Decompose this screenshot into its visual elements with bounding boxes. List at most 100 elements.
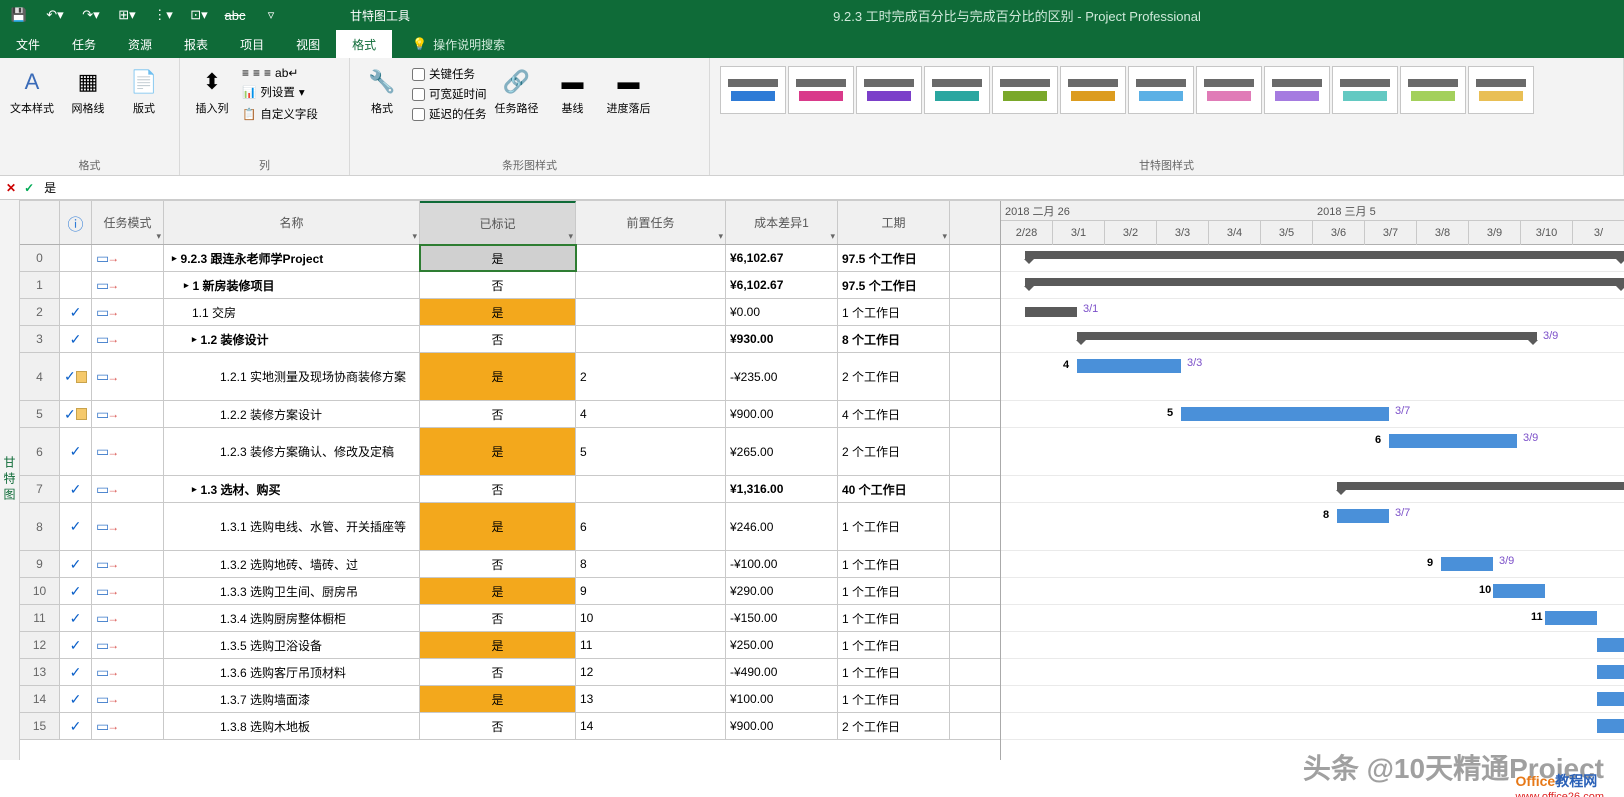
row-number[interactable]: 4 xyxy=(20,353,60,400)
duration-cell[interactable]: 97.5 个工作日 xyxy=(838,272,950,298)
undo-icon[interactable]: ↶▾ xyxy=(44,4,66,26)
task-mode-cell[interactable] xyxy=(92,632,164,658)
task-mode-cell[interactable] xyxy=(92,299,164,325)
expand-icon[interactable]: ▸ xyxy=(192,334,197,345)
gantt-bar[interactable] xyxy=(1441,557,1493,571)
task-name-cell[interactable]: 1.3.8 选购木地板 xyxy=(164,713,420,739)
task-mode-cell[interactable] xyxy=(92,551,164,577)
marked-cell[interactable]: 是 xyxy=(420,503,576,550)
gridlines-button[interactable]: ▦网格线 xyxy=(62,62,114,120)
row-number[interactable]: 14 xyxy=(20,686,60,712)
gantt-style-option[interactable] xyxy=(1128,66,1194,114)
row-number[interactable]: 10 xyxy=(20,578,60,604)
task-mode-cell[interactable] xyxy=(92,353,164,400)
table-row[interactable]: 6✓1.2.3 装修方案确认、修改及定稿是5¥265.002 个工作日 xyxy=(20,428,1000,476)
chevron-down-icon[interactable]: ▾ xyxy=(412,231,417,242)
cost-variance-cell[interactable]: ¥100.00 xyxy=(726,686,838,712)
predecessor-cell[interactable]: 9 xyxy=(576,578,726,604)
duration-cell[interactable]: 97.5 个工作日 xyxy=(838,245,950,271)
gantt-bar[interactable] xyxy=(1077,359,1181,373)
row-number[interactable]: 5 xyxy=(20,401,60,427)
predecessor-cell[interactable] xyxy=(576,476,726,502)
gantt-bar[interactable] xyxy=(1337,482,1624,490)
duration-cell[interactable]: 1 个工作日 xyxy=(838,299,950,325)
table-row[interactable]: 9✓1.3.2 选购地砖、墙砖、过否8-¥100.001 个工作日 xyxy=(20,551,1000,578)
task-mode-cell[interactable] xyxy=(92,272,164,298)
qat-icon-3[interactable]: ⊡▾ xyxy=(188,4,210,26)
task-name-cell[interactable]: ▸9.2.3 跟连永老师学Project xyxy=(164,245,420,271)
qat-icon-1[interactable]: ⊞▾ xyxy=(116,4,138,26)
duration-cell[interactable]: 1 个工作日 xyxy=(838,686,950,712)
layout-button[interactable]: 📄版式 xyxy=(118,62,170,120)
table-row[interactable]: 12✓1.3.5 选购卫浴设备是11¥250.001 个工作日 xyxy=(20,632,1000,659)
gantt-bar[interactable] xyxy=(1597,638,1624,652)
tab-file[interactable]: 文件 xyxy=(0,30,56,58)
align-center-icon[interactable]: ≡ xyxy=(253,66,260,80)
cost-variance-cell[interactable]: ¥6,102.67 xyxy=(726,272,838,298)
predecessor-cell[interactable]: 2 xyxy=(576,353,726,400)
duration-cell[interactable]: 1 个工作日 xyxy=(838,659,950,685)
col-name[interactable]: 名称▾ xyxy=(164,201,420,244)
duration-cell[interactable]: 4 个工作日 xyxy=(838,401,950,427)
gantt-bar[interactable] xyxy=(1493,584,1545,598)
gantt-style-option[interactable] xyxy=(856,66,922,114)
critical-tasks-checkbox[interactable]: 关键任务 xyxy=(412,64,487,84)
gantt-style-option[interactable] xyxy=(924,66,990,114)
cost-variance-cell[interactable]: -¥490.00 xyxy=(726,659,838,685)
gantt-style-gallery[interactable] xyxy=(716,62,1538,118)
predecessor-cell[interactable]: 8 xyxy=(576,551,726,577)
gantt-bar[interactable] xyxy=(1545,611,1597,625)
task-mode-cell[interactable] xyxy=(92,713,164,739)
task-name-cell[interactable]: 1.3.1 选购电线、水管、开关插座等 xyxy=(164,503,420,550)
cost-variance-cell[interactable]: ¥900.00 xyxy=(726,713,838,739)
predecessor-cell[interactable] xyxy=(576,299,726,325)
slack-checkbox[interactable]: 可宽延时间 xyxy=(412,84,487,104)
tab-view[interactable]: 视图 xyxy=(280,30,336,58)
cost-variance-cell[interactable]: ¥1,316.00 xyxy=(726,476,838,502)
table-row[interactable]: 3✓▸1.2 装修设计否¥930.008 个工作日 xyxy=(20,326,1000,353)
cost-variance-cell[interactable]: ¥250.00 xyxy=(726,632,838,658)
wrap-text-icon[interactable]: ab↵ xyxy=(275,66,298,80)
duration-cell[interactable]: 1 个工作日 xyxy=(838,605,950,631)
cost-variance-cell[interactable]: ¥900.00 xyxy=(726,401,838,427)
save-icon[interactable]: 💾 xyxy=(8,4,30,26)
table-row[interactable]: 5✓1.2.2 装修方案设计否4¥900.004 个工作日 xyxy=(20,401,1000,428)
marked-cell[interactable]: 否 xyxy=(420,713,576,739)
col-mode[interactable]: 任务模式▾ xyxy=(92,201,164,244)
marked-cell[interactable]: 否 xyxy=(420,401,576,427)
cancel-icon[interactable]: ✕ xyxy=(6,181,16,195)
tab-format[interactable]: 格式 xyxy=(336,30,392,58)
predecessor-cell[interactable]: 14 xyxy=(576,713,726,739)
insert-column-button[interactable]: ⬍插入列 xyxy=(186,62,238,120)
marked-cell[interactable]: 否 xyxy=(420,272,576,298)
slippage-button[interactable]: ▬进度落后 xyxy=(603,62,655,120)
duration-cell[interactable]: 8 个工作日 xyxy=(838,326,950,352)
row-number[interactable]: 12 xyxy=(20,632,60,658)
row-number[interactable]: 0 xyxy=(20,245,60,271)
strikethrough-icon[interactable]: abc xyxy=(224,4,246,26)
gantt-bar[interactable] xyxy=(1597,665,1624,679)
gantt-bar[interactable] xyxy=(1181,407,1389,421)
text-styles-button[interactable]: A文本样式 xyxy=(6,62,58,120)
task-name-cell[interactable]: ▸1.3 选材、购买 xyxy=(164,476,420,502)
cost-variance-cell[interactable]: ¥265.00 xyxy=(726,428,838,475)
marked-cell[interactable]: 是 xyxy=(420,686,576,712)
duration-cell[interactable]: 40 个工作日 xyxy=(838,476,950,502)
predecessor-cell[interactable]: 12 xyxy=(576,659,726,685)
tab-resource[interactable]: 资源 xyxy=(112,30,168,58)
row-number[interactable]: 2 xyxy=(20,299,60,325)
col-rownum[interactable] xyxy=(20,201,60,244)
predecessor-cell[interactable] xyxy=(576,272,726,298)
task-mode-cell[interactable] xyxy=(92,503,164,550)
gantt-style-option[interactable] xyxy=(788,66,854,114)
gantt-bar[interactable] xyxy=(1025,278,1624,286)
marked-cell[interactable]: 否 xyxy=(420,605,576,631)
chevron-down-icon[interactable]: ▾ xyxy=(718,231,723,242)
task-mode-cell[interactable] xyxy=(92,605,164,631)
task-name-cell[interactable]: 1.3.6 选购客厅吊顶材料 xyxy=(164,659,420,685)
gantt-bar[interactable] xyxy=(1025,307,1077,317)
cost-variance-cell[interactable]: -¥235.00 xyxy=(726,353,838,400)
predecessor-cell[interactable]: 11 xyxy=(576,632,726,658)
predecessor-cell[interactable]: 6 xyxy=(576,503,726,550)
predecessor-cell[interactable]: 4 xyxy=(576,401,726,427)
